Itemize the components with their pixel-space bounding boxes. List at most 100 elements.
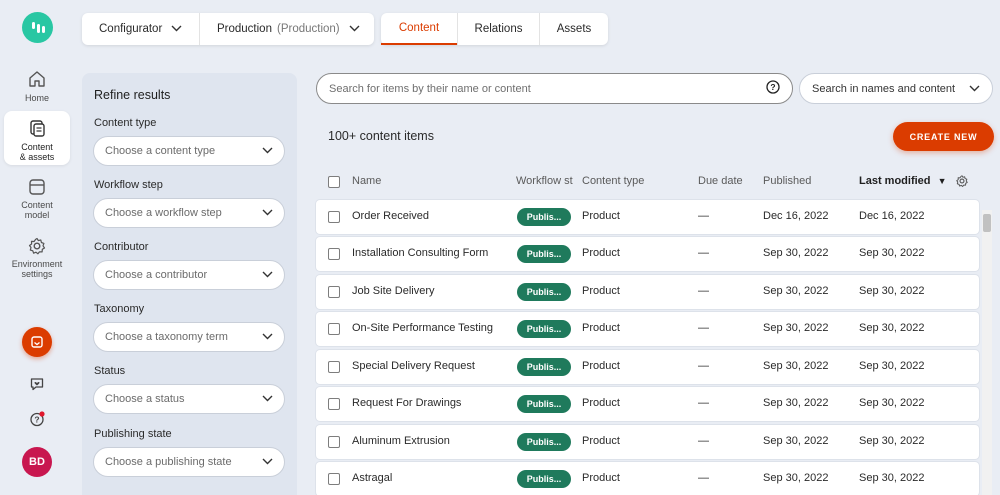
due-date: — bbox=[698, 210, 709, 222]
search-mode-select[interactable]: Search in names and content bbox=[799, 73, 993, 104]
search-bar: ? bbox=[316, 73, 793, 104]
create-new-button[interactable]: CREATE NEW bbox=[893, 122, 994, 151]
published-date: Dec 16, 2022 bbox=[763, 210, 829, 222]
due-date: — bbox=[698, 285, 709, 297]
select-placeholder: Choose a content type bbox=[105, 145, 216, 157]
published-date: Sep 30, 2022 bbox=[763, 285, 829, 297]
environment-selector[interactable]: Production (Production) bbox=[199, 13, 374, 45]
filter-label-content-type: Content type bbox=[94, 117, 157, 129]
environment-note: (Production) bbox=[276, 23, 340, 35]
scrollbar-thumb[interactable] bbox=[983, 214, 991, 232]
due-date: — bbox=[698, 435, 709, 447]
select-all-checkbox[interactable] bbox=[328, 176, 340, 188]
content-type-select[interactable]: Choose a content type bbox=[93, 136, 285, 166]
column-settings-icon[interactable] bbox=[955, 174, 969, 191]
column-header-label: Last modified bbox=[859, 175, 931, 187]
table-row[interactable]: On-Site Performance Testing Publis... Prod… bbox=[316, 312, 979, 346]
row-checkbox[interactable] bbox=[328, 211, 340, 223]
gear-icon bbox=[26, 235, 48, 256]
content-model-icon bbox=[26, 176, 48, 197]
rail-item-label: Environment bbox=[11, 259, 63, 269]
publishing-state-select[interactable]: Choose a publishing state bbox=[93, 447, 285, 477]
table-row[interactable]: Special Delivery Request Publis... Product… bbox=[316, 350, 979, 384]
column-header-workflow[interactable]: Workflow st bbox=[516, 175, 577, 187]
table-row[interactable]: Order Received Publis... Product — Dec 16, 2… bbox=[316, 200, 979, 234]
due-date: — bbox=[698, 247, 709, 259]
item-name[interactable]: Job Site Delivery bbox=[352, 285, 435, 297]
help-icon[interactable]: ? bbox=[766, 80, 780, 97]
row-checkbox[interactable] bbox=[328, 436, 340, 448]
select-placeholder: Choose a publishing state bbox=[105, 456, 232, 468]
table-row[interactable]: Aluminum Extrusion Publis... Product — Sep 3… bbox=[316, 425, 979, 459]
workflow-step-select[interactable]: Choose a workflow step bbox=[93, 198, 285, 228]
column-header-due-date[interactable]: Due date bbox=[698, 175, 743, 187]
column-header-published[interactable]: Published bbox=[763, 175, 811, 187]
row-checkbox[interactable] bbox=[328, 361, 340, 373]
column-header-name[interactable]: Name bbox=[352, 175, 381, 187]
rail-item-label-2: model bbox=[24, 210, 50, 220]
row-checkbox[interactable] bbox=[328, 248, 340, 260]
filter-label-taxonomy: Taxonomy bbox=[94, 303, 145, 315]
filter-label-workflow-step: Workflow step bbox=[94, 179, 163, 191]
search-input[interactable] bbox=[329, 82, 729, 95]
help-icon[interactable]: ? bbox=[27, 409, 47, 429]
item-name[interactable]: On-Site Performance Testing bbox=[352, 322, 493, 334]
tab-relations[interactable]: Relations bbox=[457, 13, 539, 45]
last-modified-date: Sep 30, 2022 bbox=[859, 247, 925, 259]
published-date: Sep 30, 2022 bbox=[763, 397, 829, 409]
last-modified-date: Sep 30, 2022 bbox=[859, 360, 925, 372]
chat-icon[interactable] bbox=[27, 374, 47, 394]
item-name[interactable]: Special Delivery Request bbox=[352, 360, 475, 372]
svg-text:?: ? bbox=[770, 82, 775, 92]
table-row[interactable]: Request For Drawings Publis... Product — Sep… bbox=[316, 387, 979, 421]
chevron-down-icon bbox=[262, 269, 273, 281]
published-date: Sep 30, 2022 bbox=[763, 360, 829, 372]
rail-item-label: Content bbox=[21, 142, 53, 152]
rail-item-home[interactable]: Home bbox=[4, 68, 70, 104]
row-checkbox[interactable] bbox=[328, 473, 340, 485]
rail-item-content-assets[interactable]: Content & assets bbox=[4, 111, 70, 165]
item-name[interactable]: Order Received bbox=[352, 210, 429, 222]
table-row[interactable]: Job Site Delivery Publis... Product — Sep 30… bbox=[316, 275, 979, 309]
item-name[interactable]: Installation Consulting Form bbox=[352, 247, 488, 259]
table-row[interactable]: Astragal Publis... Product — Sep 30, 2022 Sep… bbox=[316, 462, 979, 495]
feedback-button[interactable] bbox=[22, 327, 52, 357]
item-name[interactable]: Aluminum Extrusion bbox=[352, 435, 450, 447]
due-date: — bbox=[698, 397, 709, 409]
avatar[interactable]: BD bbox=[22, 447, 52, 477]
table-row[interactable]: Installation Consulting Form Publis... Pro… bbox=[316, 237, 979, 271]
filter-panel-title: Refine results bbox=[94, 88, 171, 102]
last-modified-date: Sep 30, 2022 bbox=[859, 435, 925, 447]
tab-content[interactable]: Content bbox=[381, 13, 457, 45]
workflow-badge: Publis... bbox=[517, 470, 571, 488]
inbox-icon bbox=[31, 336, 43, 348]
row-checkbox[interactable] bbox=[328, 323, 340, 335]
row-checkbox[interactable] bbox=[328, 398, 340, 410]
taxonomy-select[interactable]: Choose a taxonomy term bbox=[93, 322, 285, 352]
last-modified-date: Sep 30, 2022 bbox=[859, 397, 925, 409]
column-header-content-type[interactable]: Content type bbox=[582, 175, 644, 187]
last-modified-date: Sep 30, 2022 bbox=[859, 322, 925, 334]
column-header-last-modified[interactable]: Last modified ▼ bbox=[859, 175, 947, 187]
project-environment-switcher: Configurator Production (Production) bbox=[82, 13, 374, 45]
item-name[interactable]: Astragal bbox=[352, 472, 392, 484]
home-icon bbox=[26, 68, 48, 90]
filter-label-contributor: Contributor bbox=[94, 241, 149, 253]
filter-label-status: Status bbox=[94, 365, 126, 377]
contributor-select[interactable]: Choose a contributor bbox=[93, 260, 285, 290]
tab-assets[interactable]: Assets bbox=[539, 13, 608, 45]
chevron-down-icon bbox=[969, 83, 980, 95]
project-name: Configurator bbox=[99, 23, 163, 35]
rail-item-content-model[interactable]: Content model bbox=[4, 176, 70, 220]
rail-item-environment-settings[interactable]: Environment settings bbox=[4, 235, 70, 279]
app-logo[interactable] bbox=[22, 12, 53, 43]
project-selector[interactable]: Configurator bbox=[82, 13, 199, 45]
published-date: Sep 30, 2022 bbox=[763, 435, 829, 447]
status-select[interactable]: Choose a status bbox=[93, 384, 285, 414]
content-type: Product bbox=[582, 285, 620, 297]
content-type: Product bbox=[582, 472, 620, 484]
item-name[interactable]: Request For Drawings bbox=[352, 397, 461, 409]
scrollbar[interactable] bbox=[982, 210, 992, 495]
row-checkbox[interactable] bbox=[328, 286, 340, 298]
workflow-badge: Publis... bbox=[517, 283, 571, 301]
